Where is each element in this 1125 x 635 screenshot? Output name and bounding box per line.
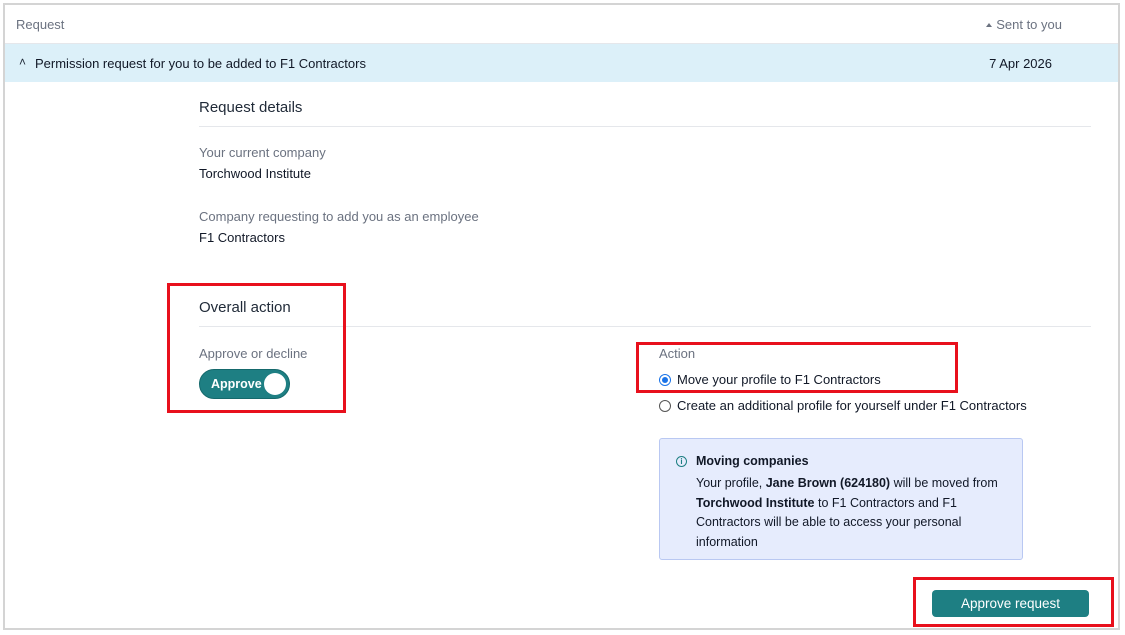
info-box-moving-companies: i Moving companies Your profile, Jane Br… bbox=[659, 438, 1023, 560]
info-title: Moving companies bbox=[696, 454, 809, 468]
divider bbox=[199, 326, 1091, 327]
table-header: Request Sent to you bbox=[5, 5, 1118, 44]
radio-label-additional-profile: Create an additional profile for yoursel… bbox=[677, 398, 1027, 413]
current-company-label: Your current company bbox=[199, 145, 326, 160]
divider bbox=[199, 126, 1091, 127]
info-body-text: Your profile, bbox=[696, 476, 766, 490]
column-header-sent[interactable]: Sent to you bbox=[986, 17, 1062, 32]
request-row[interactable]: ˄ Permission request for you to be added… bbox=[5, 44, 1118, 82]
toggle-label: Approve bbox=[211, 377, 262, 391]
radio-button-checked[interactable] bbox=[659, 374, 671, 386]
request-title: Permission request for you to be added t… bbox=[35, 56, 366, 71]
approve-decline-label: Approve or decline bbox=[199, 346, 308, 361]
approve-request-button[interactable]: Approve request bbox=[932, 590, 1089, 617]
column-header-sent-label: Sent to you bbox=[996, 17, 1062, 32]
radio-label-move-profile: Move your profile to F1 Contractors bbox=[677, 372, 881, 387]
request-details-title: Request details bbox=[199, 99, 303, 116]
request-date: 7 Apr 2026 bbox=[989, 56, 1052, 71]
info-icon: i bbox=[676, 456, 687, 467]
requesting-company-value: F1 Contractors bbox=[199, 230, 285, 245]
info-body: Your profile, Jane Brown (624180) will b… bbox=[696, 474, 1006, 552]
sort-ascending-icon bbox=[986, 22, 993, 27]
toggle-knob bbox=[264, 373, 286, 395]
requesting-company-label: Company requesting to add you as an empl… bbox=[199, 209, 479, 224]
info-body-company: Torchwood Institute bbox=[696, 495, 815, 510]
column-header-request[interactable]: Request bbox=[16, 17, 64, 32]
info-body-profile-name: Jane Brown (624180) bbox=[765, 476, 891, 490]
info-body-text: will be moved from bbox=[890, 476, 998, 490]
chevron-up-icon[interactable]: ˄ bbox=[19, 55, 26, 69]
current-company-value: Torchwood Institute bbox=[199, 166, 312, 181]
action-label: Action bbox=[659, 346, 696, 361]
radio-button-unchecked[interactable] bbox=[659, 400, 671, 412]
overall-action-title: Overall action bbox=[199, 299, 291, 316]
approve-toggle[interactable]: Approve bbox=[199, 369, 290, 399]
